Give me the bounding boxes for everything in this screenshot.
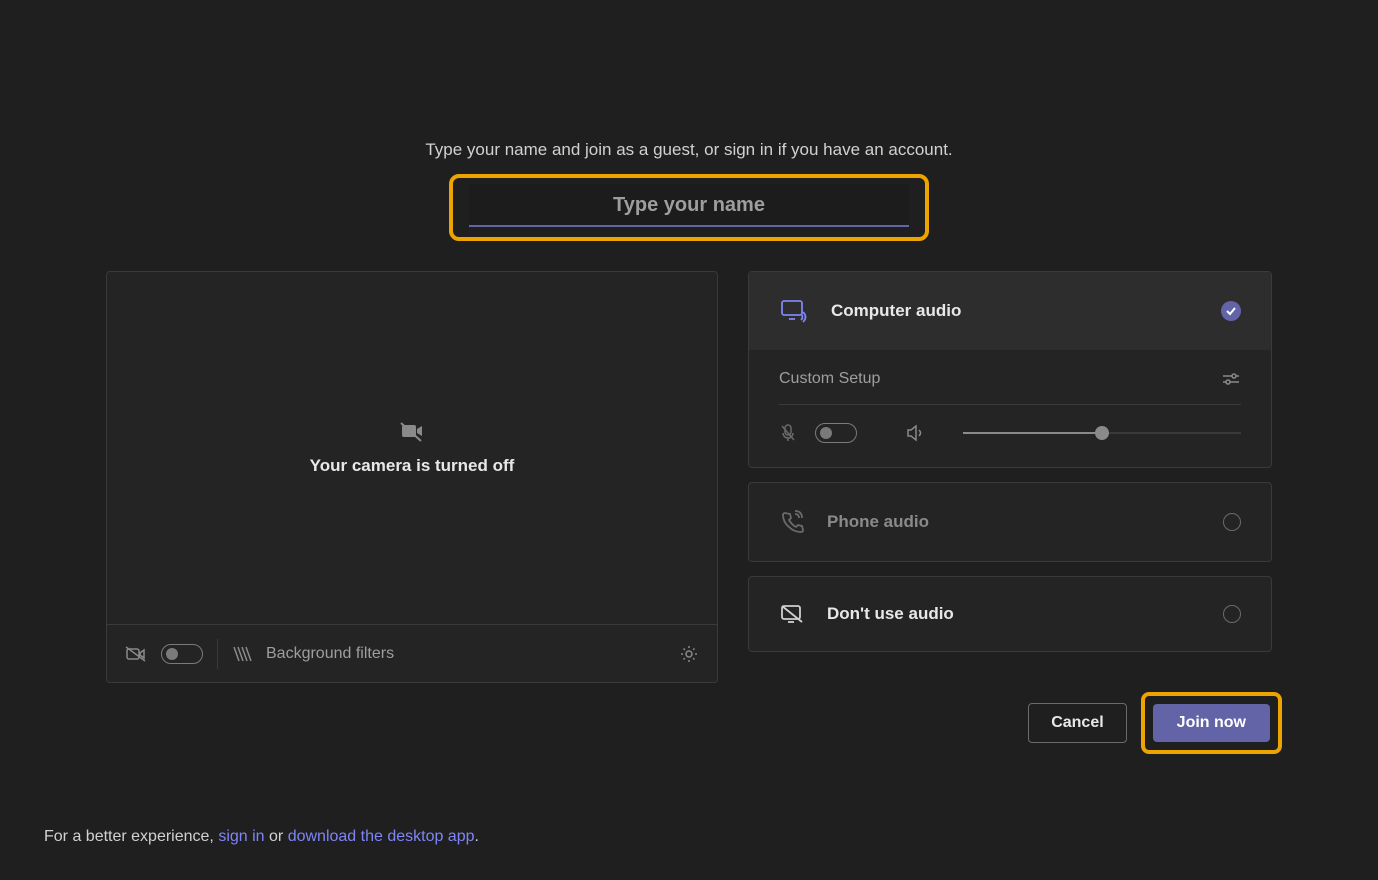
- mic-muted-icon: [779, 423, 797, 443]
- computer-audio-option[interactable]: Computer audio Custom Setup: [748, 271, 1272, 468]
- selected-check-icon: [1221, 301, 1241, 321]
- volume-slider[interactable]: [963, 432, 1241, 434]
- footer-text: For a better experience, sign in or down…: [44, 828, 479, 846]
- camera-toggle[interactable]: [161, 644, 203, 664]
- camera-icon: [125, 645, 147, 663]
- name-input-highlight: [449, 174, 929, 241]
- mic-toggle[interactable]: [815, 423, 857, 443]
- phone-audio-label: Phone audio: [827, 512, 1201, 532]
- download-app-link[interactable]: download the desktop app: [288, 828, 475, 845]
- gear-icon[interactable]: [679, 644, 699, 664]
- camera-off-text: Your camera is turned off: [310, 456, 515, 476]
- no-audio-icon: [779, 603, 805, 625]
- phone-audio-icon: [779, 509, 805, 535]
- no-audio-option[interactable]: Don't use audio: [748, 576, 1272, 652]
- phone-audio-radio[interactable]: [1223, 513, 1241, 531]
- sign-in-link[interactable]: sign in: [218, 828, 264, 845]
- background-filters-button[interactable]: Background filters: [266, 645, 394, 663]
- no-audio-radio[interactable]: [1223, 605, 1241, 623]
- join-button-highlight: Join now: [1141, 692, 1282, 754]
- computer-audio-label: Computer audio: [831, 301, 1199, 321]
- phone-audio-option[interactable]: Phone audio: [748, 482, 1272, 562]
- volume-slider-thumb[interactable]: [1095, 426, 1109, 440]
- name-input[interactable]: [469, 184, 909, 227]
- speaker-icon: [905, 424, 925, 442]
- audio-panel: Computer audio Custom Setup: [748, 271, 1272, 683]
- join-now-button[interactable]: Join now: [1153, 704, 1270, 742]
- no-audio-label: Don't use audio: [827, 604, 1201, 624]
- background-filters-icon: [232, 645, 252, 663]
- custom-setup-label: Custom Setup: [779, 370, 880, 388]
- cancel-button[interactable]: Cancel: [1028, 703, 1126, 743]
- instruction-text: Type your name and join as a guest, or s…: [425, 140, 952, 160]
- settings-sliders-icon[interactable]: [1221, 371, 1241, 387]
- computer-audio-icon: [779, 298, 809, 324]
- camera-preview-panel: Your camera is turned off Ba: [106, 271, 718, 683]
- camera-off-icon: [399, 420, 425, 442]
